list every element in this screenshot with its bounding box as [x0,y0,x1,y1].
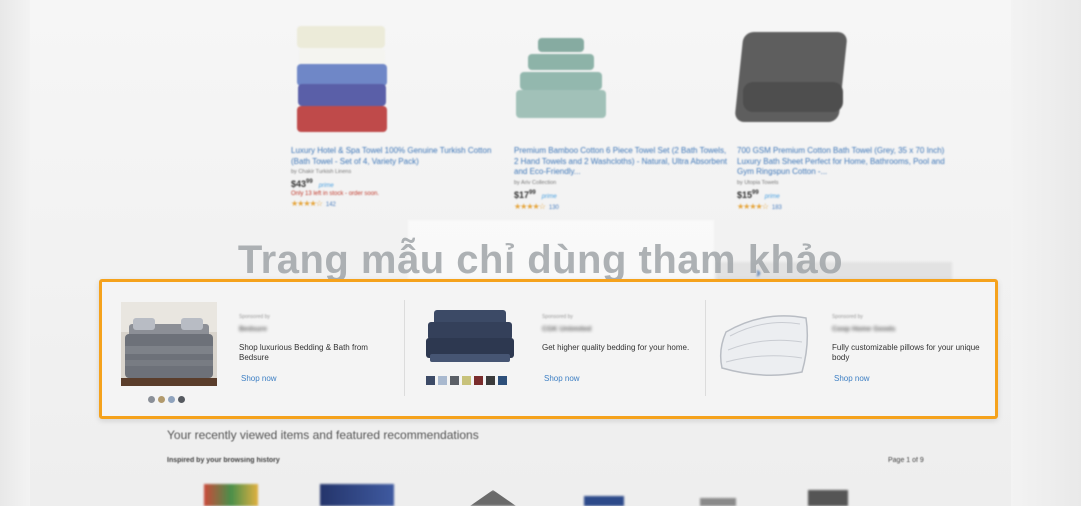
sponsored-ad[interactable]: Sponsored by Coop Home Goods Fully custo… [716,296,986,400]
ad-description: Shop luxurious Bedding & Bath from Bedsu… [239,343,368,362]
recommended-item-image[interactable] [204,484,258,506]
brand-name[interactable]: Bedsure [239,326,267,333]
product-title[interactable]: 700 GSM Premium Cotton Bath Towel (Grey,… [737,146,952,178]
brand-name[interactable]: Coop Home Goods [832,326,895,333]
rating-count: 183 [771,204,782,211]
shop-now-link[interactable]: Shop now [834,374,870,383]
product-image-towels-stack[interactable] [291,22,506,142]
product-price: $1599prime [737,189,780,200]
product-brand: by Utopia Towels [737,179,779,186]
shop-now-link[interactable]: Shop now [241,374,277,383]
prime-badge: prime [541,193,557,200]
rating-stars[interactable]: ★★★★☆ 183 [737,202,952,211]
sponsored-ad[interactable]: Sponsored by Bedsure Shop luxurious Bedd… [121,296,401,403]
ad-description: Get higher quality bedding for your home… [542,343,690,352]
product-brand: by Chakir Turkish Linens [291,169,352,175]
sponsored-banner: Sponsored by Bedsure Shop luxurious Bedd… [99,279,998,419]
rating-count: 142 [325,202,336,208]
product-image-towel-set[interactable] [514,22,729,142]
rating-stars[interactable]: ★★★★☆ 130 [514,202,729,211]
divider [404,300,405,396]
product-card[interactable]: 700 GSM Premium Cotton Bath Towel (Grey,… [734,22,952,211]
prime-badge: prime [318,183,334,189]
divider [705,300,706,396]
product-card[interactable]: Luxury Hotel & Spa Towel 100% Genuine Tu… [291,22,506,208]
prime-badge: prime [764,193,780,200]
ad-description: Fully customizable pillows for your uniq… [832,343,980,362]
page-indicator: Page 1 of 9 [888,457,924,464]
rating-count: 130 [548,204,559,211]
watermark-text: Trang mẫu chỉ dùng tham khảo [237,238,844,282]
product-card[interactable]: Premium Bamboo Cotton 6 Piece Towel Set … [514,22,729,211]
bedding-product-image[interactable] [121,302,217,386]
recommended-item-image[interactable] [320,484,394,506]
product-title[interactable]: Premium Bamboo Cotton 6 Piece Towel Set … [514,146,729,178]
sponsored-label: Sponsored by [832,314,863,320]
recommended-item-image[interactable] [700,498,736,506]
section-title: Your recently viewed items and featured … [167,428,479,442]
sponsored-label: Sponsored by [239,314,270,320]
brand-name[interactable]: CGK Unlimited [542,326,591,333]
color-options[interactable] [148,390,188,408]
product-image-grey-towel[interactable] [734,22,952,142]
color-swatches[interactable] [426,372,510,390]
stock-notice: Only 13 left in stock - order soon. [291,191,380,197]
shop-now-link[interactable]: Shop now [544,374,580,383]
recommended-item-image[interactable] [584,496,624,506]
product-price: $1799prime [514,189,557,200]
rating-stars[interactable]: ★★★★☆ 142 [291,199,506,208]
product-price: $4399prime [291,179,334,189]
product-title[interactable]: Luxury Hotel & Spa Towel 100% Genuine Tu… [291,146,506,167]
pillow-product-image[interactable] [716,310,812,380]
sponsored-ad[interactable]: Sponsored by CGK Unlimited Get higher qu… [420,296,700,400]
recommended-item-image[interactable] [808,490,848,506]
sponsored-label: Sponsored by [542,314,573,320]
product-brand: by Ariv Collection [514,179,557,186]
section-subtitle: Inspired by your browsing history [167,457,280,464]
sheet-set-product-image[interactable] [420,308,520,368]
